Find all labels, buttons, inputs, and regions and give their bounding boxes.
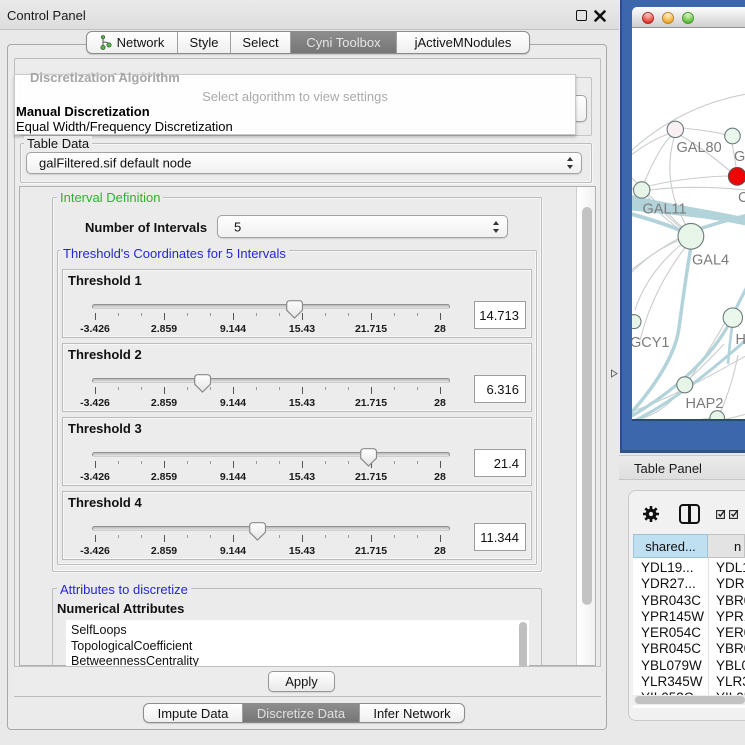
svg-text:GAL4: GAL4 [692,253,729,269]
svg-text:CY: CY [738,190,745,206]
svg-text:GCY1: GCY1 [632,335,670,351]
svg-text:HA: HA [736,332,745,348]
svg-text:GAL80: GAL80 [677,140,722,156]
svg-text:GA: GA [734,149,745,165]
svg-text:HAP2: HAP2 [686,396,724,412]
svg-text:GAL11: GAL11 [643,202,687,218]
